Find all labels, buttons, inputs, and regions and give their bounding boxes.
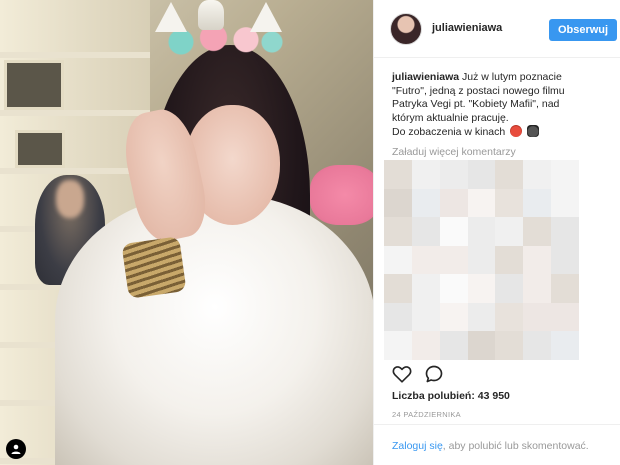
login-link[interactable]: Zaloguj się	[392, 440, 443, 452]
pixelated-block	[384, 302, 412, 332]
avatar[interactable]	[390, 13, 422, 45]
devil-emoji	[510, 125, 523, 137]
pixelated-block	[495, 331, 524, 360]
likes-label: Liczba polubień:	[392, 390, 475, 402]
pixelated-block	[523, 302, 552, 332]
pixelated-block	[411, 245, 440, 275]
pixelated-block	[439, 245, 468, 275]
pixelated-block	[467, 217, 496, 246]
likes-number: 43 950	[477, 390, 510, 402]
pixelated-block	[467, 302, 496, 332]
pixelated-block	[384, 331, 412, 360]
pixelated-block	[523, 160, 552, 189]
caption-line-5: Do zobaczenia w kinach	[392, 126, 506, 138]
caption-username[interactable]: juliawieniawa	[392, 71, 459, 83]
photo-frame-decor	[15, 130, 65, 168]
cat-ear-right	[250, 2, 282, 32]
follow-button[interactable]: Obserwuj	[549, 19, 617, 41]
pixelated-block	[467, 331, 496, 360]
likes-count[interactable]: Liczba polubień: 43 950	[392, 390, 510, 402]
pixelated-block	[551, 188, 579, 218]
pixelated-block	[439, 188, 468, 218]
pixelated-block	[495, 245, 524, 275]
pixelated-block	[523, 217, 552, 246]
caption-line-2: "Futro", jedną z postaci nowego filmu	[392, 84, 565, 97]
pixelated-block	[551, 160, 579, 189]
pixelated-block	[384, 188, 412, 218]
blurred-face	[56, 180, 84, 218]
pixelated-block	[439, 331, 468, 360]
pixelated-block	[411, 188, 440, 218]
cat-ear-left	[155, 2, 187, 32]
pixelated-block	[467, 160, 496, 189]
caption-line-3: Patryka Vegi pt. "Kobiety Mafii", nad	[392, 98, 560, 110]
pixelated-block	[384, 217, 412, 246]
post-header: juliawieniawa Obserwuj	[374, 0, 620, 58]
load-more-comments-link[interactable]: Załaduj więcej komentarzy	[392, 146, 516, 158]
post-photo[interactable]	[0, 0, 373, 465]
pixelated-block	[495, 302, 524, 332]
pixelated-block	[467, 274, 496, 303]
bracelet	[121, 236, 187, 299]
pixelated-block	[411, 302, 440, 332]
username-link[interactable]: juliawieniawa	[432, 22, 502, 34]
caption-line-1: Już w lutym poznacie	[462, 71, 562, 83]
pixelated-block	[551, 274, 579, 303]
pixelated-block	[439, 160, 468, 189]
unicorn-horn	[198, 0, 224, 30]
pixelated-block	[384, 160, 412, 189]
heart-icon[interactable]	[392, 364, 412, 384]
pixelated-block	[411, 160, 440, 189]
pixelated-block	[411, 217, 440, 246]
post-actions	[392, 364, 444, 384]
login-prompt: Zaloguj się, aby polubić lub skomentować…	[392, 440, 589, 452]
film-clapper-emoji	[527, 125, 540, 137]
pixelated-block	[411, 331, 440, 360]
pixelated-block	[495, 274, 524, 303]
pixelated-block	[495, 160, 524, 189]
pixelated-block	[467, 245, 496, 275]
pixelated-block	[384, 245, 412, 275]
pixelated-block	[495, 217, 524, 246]
pixelated-block	[384, 274, 412, 303]
pixelated-block	[495, 188, 524, 218]
pixelated-block	[551, 217, 579, 246]
comment-icon[interactable]	[424, 364, 444, 384]
post-caption: juliawieniawa Już w lutym poznacie "Futr…	[392, 71, 616, 140]
pixelated-block	[551, 331, 579, 360]
pixelated-block	[439, 274, 468, 303]
pixelated-block	[523, 331, 552, 360]
footer-divider	[374, 424, 620, 425]
user-tag-icon[interactable]	[6, 439, 26, 459]
user-silhouette-icon	[11, 444, 21, 454]
pixelated-block	[551, 245, 579, 275]
pixelated-block	[467, 188, 496, 218]
caption-line-4: którym aktualnie pracuję.	[392, 111, 509, 124]
pixelated-block	[523, 274, 552, 303]
photo-frame-decor	[4, 60, 64, 110]
pixelated-block	[411, 274, 440, 303]
login-prompt-text: , aby polubić lub skomentować.	[442, 440, 589, 452]
post-side-panel: juliawieniawa Obserwuj juliawieniawa Już…	[373, 0, 620, 465]
pixelated-block	[439, 217, 468, 246]
pixelated-comments	[384, 160, 579, 360]
pixelated-block	[439, 302, 468, 332]
post-date[interactable]: 24 PAŹDZIERNIKA	[392, 410, 461, 419]
pixelated-block	[523, 245, 552, 275]
fur-coat	[55, 195, 373, 465]
pixelated-block	[523, 188, 552, 218]
pixelated-block	[551, 302, 579, 332]
pink-pillow	[310, 165, 373, 225]
